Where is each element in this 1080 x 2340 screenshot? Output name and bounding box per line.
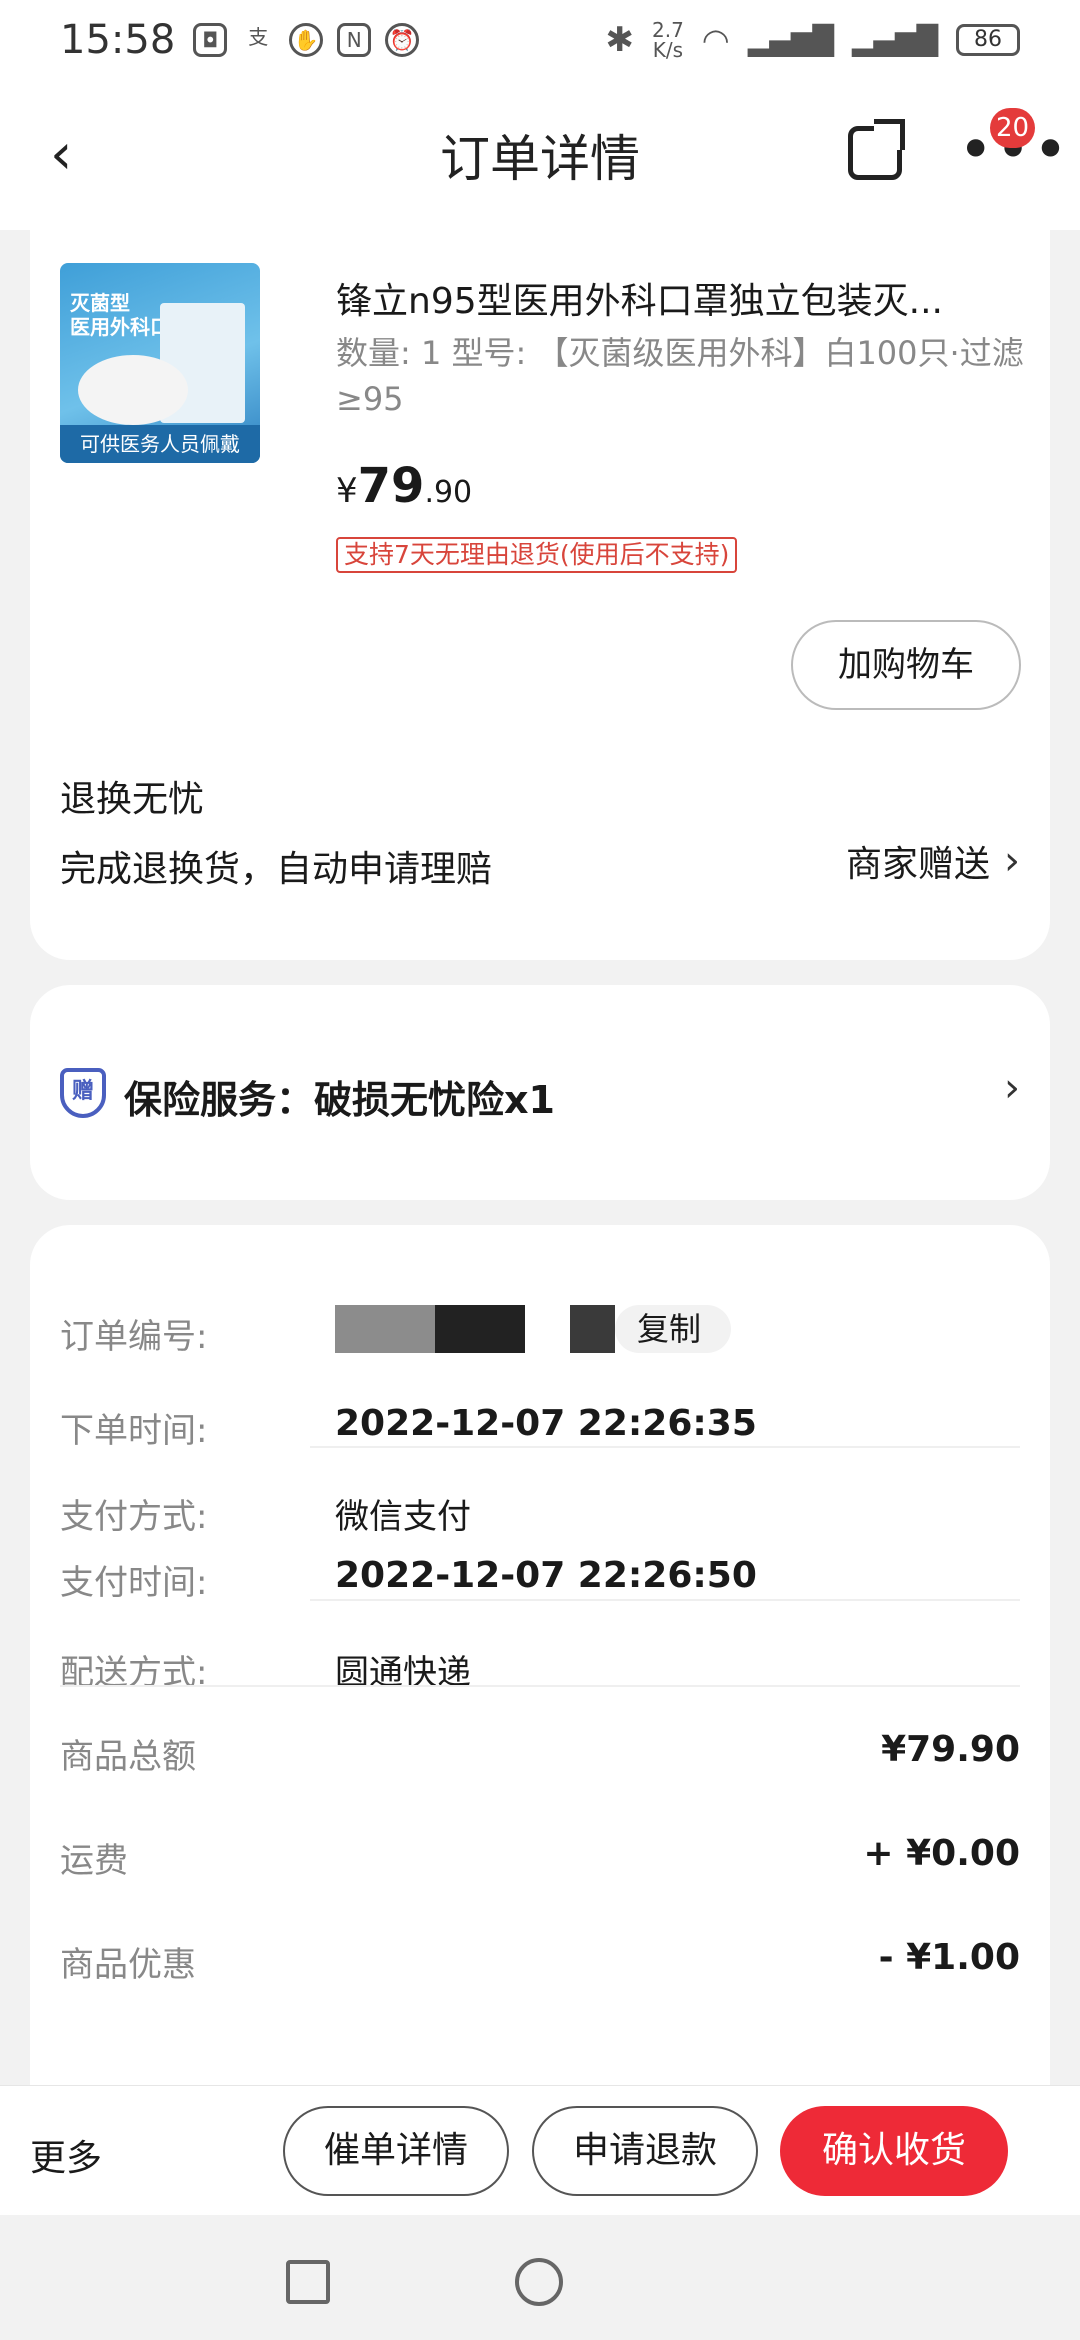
shipping-label: 运费 bbox=[60, 1841, 128, 1881]
nfc-icon: N bbox=[337, 23, 372, 57]
header: ‹ 订单详情 ••• 20 bbox=[0, 80, 1080, 230]
status-notification-icons: ◘ 支 ✋ N ⏰ bbox=[193, 23, 420, 57]
pay-time-label: 支付时间: bbox=[60, 1563, 208, 1603]
copy-button[interactable]: 复制 bbox=[615, 1305, 732, 1353]
back-icon[interactable]: ‹ bbox=[50, 127, 72, 183]
insurance-text: 保险服务：破损无忧险x1 bbox=[124, 1078, 555, 1122]
worry-free-title: 退换无忧 bbox=[60, 779, 205, 820]
price-dec: .90 bbox=[424, 475, 473, 510]
price-currency: ¥ bbox=[336, 471, 358, 511]
hand-icon: ✋ bbox=[289, 23, 324, 57]
merchant-gift-label: 商家赠送 bbox=[845, 844, 990, 885]
price-int: 79 bbox=[357, 458, 425, 514]
insurance-card[interactable]: 赠 保险服务：破损无忧险x1 › bbox=[30, 985, 1050, 1200]
discount-label: 商品优惠 bbox=[60, 1945, 196, 1985]
merchant-gift-link[interactable]: 商家赠送 › bbox=[846, 835, 1020, 887]
recent-apps-icon[interactable] bbox=[286, 2260, 330, 2304]
product-card: 灭菌型 医用外科口罩 可供医务人员佩戴 锋立n95型医用外科口罩独立包装灭...… bbox=[30, 230, 1050, 960]
chevron-right-icon: › bbox=[1004, 838, 1020, 884]
page-title: 订单详情 bbox=[440, 130, 640, 188]
status-system-icons: ✱ 2.7 K/s ◠ ▂▄▆█ ▂▄▆█ 86 bbox=[605, 20, 1020, 60]
thumb-footer: 可供医务人员佩戴 bbox=[60, 425, 260, 463]
gift-shield-icon: 赠 bbox=[60, 1068, 106, 1118]
add-to-cart-button[interactable]: 加购物车 bbox=[791, 620, 1021, 710]
alarm-icon: ⏰ bbox=[385, 23, 420, 57]
bottom-action-bar: 更多 催单详情 申请退款 确认收货 bbox=[0, 2085, 1080, 2215]
signal-4g-icon: ▂▄▆█ bbox=[747, 23, 834, 57]
order-time-value: 2022-12-07 22:26:35 bbox=[335, 1403, 757, 1444]
subtotal-label: 商品总额 bbox=[60, 1737, 196, 1777]
alipay-icon: 支 bbox=[248, 25, 269, 49]
chevron-right-icon: › bbox=[1004, 1065, 1020, 1111]
product-thumbnail[interactable]: 灭菌型 医用外科口罩 可供医务人员佩戴 bbox=[60, 263, 260, 463]
status-bar: 15:58 ◘ 支 ✋ N ⏰ ✱ 2.7 K/s ◠ ▂▄▆█ ▂▄▆█ 86 bbox=[0, 0, 1080, 80]
pay-method-value: 微信支付 bbox=[335, 1497, 471, 1537]
app-icon: ◘ bbox=[193, 23, 228, 57]
pay-method-label: 支付方式: bbox=[60, 1497, 208, 1537]
bluetooth-icon: ✱ bbox=[605, 20, 634, 60]
order-time-label: 下单时间: bbox=[60, 1411, 208, 1451]
divider bbox=[310, 1446, 1020, 1448]
subtotal-value: ¥79.90 bbox=[881, 1729, 1020, 1770]
product-price: ¥79.90 bbox=[336, 458, 472, 514]
status-time: 15:58 bbox=[60, 17, 176, 63]
battery-indicator: 86 bbox=[956, 24, 1020, 56]
thumb-mask bbox=[78, 355, 188, 425]
order-no-label: 订单编号: bbox=[60, 1317, 208, 1357]
divider bbox=[60, 1685, 1020, 1687]
order-no-redacted: 复制 bbox=[335, 1305, 732, 1353]
discount-value: - ¥1.00 bbox=[878, 1937, 1020, 1978]
worry-free-desc: 完成退换货，自动申请理赔 bbox=[60, 849, 493, 890]
divider bbox=[310, 1599, 1020, 1601]
notification-badge: 20 bbox=[990, 108, 1036, 148]
net-speed: 2.7 K/s bbox=[651, 18, 684, 62]
share-icon[interactable] bbox=[848, 119, 905, 180]
confirm-receipt-button[interactable]: 确认收货 bbox=[780, 2106, 1008, 2196]
product-spec: 数量: 1 型号: 【灭菌级医用外科】白100只·过滤≥95 bbox=[336, 334, 1024, 418]
pay-time-value: 2022-12-07 22:26:50 bbox=[335, 1555, 757, 1596]
return-policy-tag: 支持7天无理由退货(使用后不支持) bbox=[336, 537, 738, 573]
more-link[interactable]: 更多 bbox=[30, 2129, 102, 2181]
system-nav-bar bbox=[0, 2215, 1080, 2340]
urge-order-button[interactable]: 催单详情 bbox=[283, 2106, 509, 2196]
product-title[interactable]: 锋立n95型医用外科口罩独立包装灭... bbox=[336, 272, 1026, 324]
wifi-icon: ◠ bbox=[701, 21, 730, 59]
shipping-value: + ¥0.00 bbox=[863, 1833, 1020, 1874]
order-info-card: 订单编号: 复制 下单时间: 2022-12-07 22:26:35 支付方式:… bbox=[30, 1225, 1050, 2085]
home-icon[interactable] bbox=[515, 2258, 563, 2306]
refund-button[interactable]: 申请退款 bbox=[532, 2106, 758, 2196]
signal-5g-icon: ▂▄▆█ bbox=[851, 23, 938, 57]
